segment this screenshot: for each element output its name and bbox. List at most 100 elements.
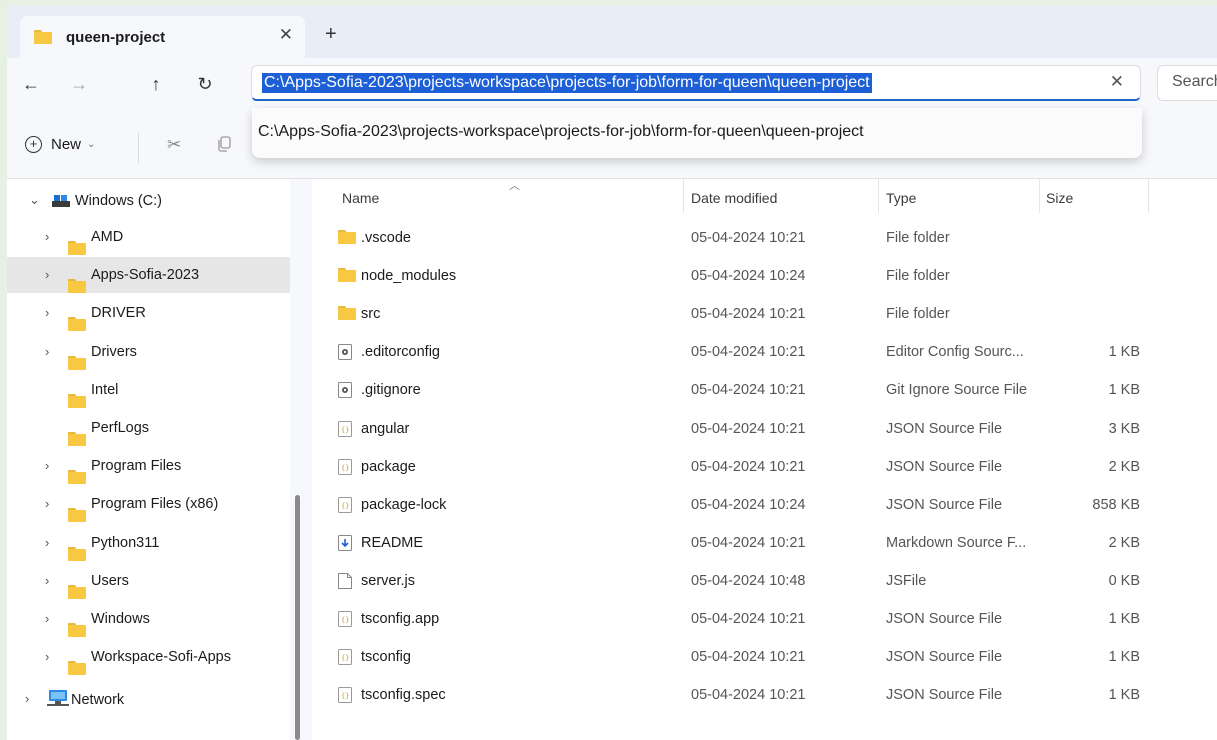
json-file-icon: {} (338, 458, 352, 480)
file-type: JSON Source File (886, 611, 1003, 627)
up-button[interactable]: ↑ (144, 74, 168, 95)
file-date-modified: 05-04-2024 10:21 (691, 230, 806, 246)
sidebar-scrollbar[interactable] (295, 495, 300, 740)
tree-item[interactable]: › Apps-Sofia-2023 (7, 257, 290, 294)
column-header-type[interactable]: Type (886, 179, 1036, 217)
search-box[interactable] (1157, 65, 1217, 101)
column-separator[interactable] (1148, 179, 1149, 213)
folder-icon (34, 30, 52, 44)
column-header-size[interactable]: Size (1046, 179, 1146, 217)
file-name: package-lock (361, 496, 447, 513)
chevron-right-icon[interactable]: › (45, 535, 49, 550)
address-suggestion-item[interactable]: C:\Apps-Sofia-2023\projects-workspace\pr… (258, 123, 864, 141)
tree-item[interactable]: › Program Files (x86) (7, 486, 290, 523)
clear-address-icon[interactable]: ✕ (1110, 72, 1124, 92)
refresh-button[interactable]: ↻ (193, 74, 217, 95)
tree-item[interactable]: › Program Files (7, 448, 290, 485)
chevron-right-icon[interactable]: › (45, 458, 49, 473)
file-row[interactable]: {} package 05-04-2024 10:21 JSON Source Fil… (312, 448, 1217, 486)
tree-item-label: AMD (91, 229, 124, 245)
column-header-name[interactable]: Name ︿ (342, 179, 682, 217)
forward-button[interactable]: → (67, 74, 91, 95)
file-row[interactable]: src 05-04-2024 10:21 File folder (312, 295, 1217, 333)
tree-item[interactable]: Intel (7, 372, 290, 408)
tree-item-label: DRIVER (91, 305, 146, 322)
tree-item-drive-c[interactable]: ⌄ Windows (C:) (7, 183, 290, 219)
file-type: File folder (886, 306, 950, 323)
folder-icon (68, 546, 86, 561)
chevron-right-icon[interactable]: › (45, 344, 49, 359)
tree-item[interactable]: › Python311 (7, 525, 290, 561)
file-row[interactable]: {} tsconfig 05-04-2024 10:21 JSON Source Fi… (312, 638, 1217, 676)
file-row[interactable]: .vscode 05-04-2024 10:21 File folder (312, 219, 1217, 257)
tree-item[interactable]: › DRIVER (7, 295, 290, 332)
chevron-right-icon[interactable]: › (45, 229, 49, 244)
file-row[interactable]: server.js 05-04-2024 10:48 JSFile 0 KB (312, 562, 1217, 600)
file-name: tsconfig (361, 649, 411, 666)
tree-item-network[interactable]: › Network (7, 681, 290, 717)
column-separator[interactable] (683, 179, 684, 213)
file-date-modified: 05-04-2024 10:21 (691, 611, 806, 627)
tree-item[interactable]: › Users (7, 563, 290, 599)
file-type: File folder (886, 230, 950, 246)
column-header-date[interactable]: Date modified (691, 179, 871, 217)
new-tab-button[interactable]: + (325, 23, 337, 46)
file-name: node_modules (361, 268, 457, 285)
tree-item-label: Program Files (91, 458, 182, 475)
tree-item-label: Python311 (91, 534, 160, 551)
folder-icon (68, 432, 86, 446)
folder-icon (68, 279, 86, 294)
back-button[interactable]: ← (19, 74, 43, 95)
chevron-down-icon[interactable]: ⌄ (29, 192, 40, 208)
tree-item-label: Program Files (x86) (91, 496, 219, 513)
file-name: src (361, 306, 381, 323)
pane-splitter[interactable] (290, 179, 312, 740)
file-row[interactable]: .editorconfig 05-04-2024 10:21 Editor Conf… (312, 333, 1217, 371)
column-separator[interactable] (1039, 179, 1040, 213)
chevron-right-icon[interactable]: › (45, 267, 49, 282)
tab-queen-project[interactable]: queen-project ✕ (20, 16, 305, 58)
tree-item-label: Drivers (91, 343, 137, 360)
file-row[interactable]: {} tsconfig.spec 05-04-2024 10:21 JSON Sour… (312, 676, 1217, 714)
file-date-modified: 05-04-2024 10:21 (691, 458, 806, 475)
address-bar[interactable]: C:\Apps-Sofia-2023\projects-workspace\pr… (251, 65, 1141, 101)
svg-text:{}: {} (341, 616, 349, 624)
chevron-right-icon[interactable]: › (45, 573, 49, 588)
chevron-right-icon[interactable]: › (45, 611, 49, 626)
column-header-size-label: Size (1046, 190, 1074, 206)
tree-item[interactable]: › AMD (7, 219, 290, 255)
tree-item[interactable]: PerfLogs (7, 410, 290, 446)
file-row[interactable]: {} angular 05-04-2024 10:21 JSON Source Fil… (312, 410, 1217, 448)
new-button[interactable]: + New ⌄ (25, 136, 95, 153)
file-date-modified: 05-04-2024 10:21 (691, 687, 806, 704)
search-input[interactable] (1172, 73, 1217, 91)
file-row[interactable]: node_modules 05-04-2024 10:24 File folder (312, 257, 1217, 295)
column-header-type-label: Type (886, 190, 917, 206)
file-date-modified: 05-04-2024 10:48 (691, 572, 806, 589)
file-row[interactable]: {} tsconfig.app 05-04-2024 10:21 JSON Sourc… (312, 600, 1217, 638)
copy-icon[interactable] (217, 136, 231, 152)
chevron-down-icon: ⌄ (87, 139, 96, 150)
file-size: 2 KB (1108, 534, 1140, 551)
close-tab-icon[interactable]: ✕ (279, 25, 293, 45)
file-type: JSFile (886, 572, 927, 589)
tree-item[interactable]: › Workspace-Sofi-Apps (7, 639, 290, 676)
chevron-right-icon[interactable]: › (45, 496, 49, 511)
column-header-date-label: Date modified (691, 190, 778, 206)
file-row[interactable]: .gitignore 05-04-2024 10:21 Git Ignore Sou… (312, 371, 1217, 409)
column-separator[interactable] (878, 179, 879, 213)
file-size: 1 KB (1108, 687, 1140, 704)
file-row[interactable]: README 05-04-2024 10:21 Markdown Source F.… (312, 524, 1217, 562)
cut-icon[interactable]: ✂ (167, 135, 181, 155)
address-suggestion-dropdown: C:\Apps-Sofia-2023\projects-workspace\pr… (252, 108, 1142, 158)
blank-file-icon (338, 572, 352, 594)
chevron-right-icon[interactable]: › (25, 691, 29, 706)
svg-text:{}: {} (341, 502, 349, 510)
chevron-right-icon[interactable]: › (45, 649, 49, 664)
tree-item[interactable]: › Drivers (7, 334, 290, 370)
address-path-selected[interactable]: C:\Apps-Sofia-2023\projects-workspace\pr… (262, 73, 872, 93)
chevron-right-icon[interactable]: › (45, 305, 49, 320)
config-file-icon (338, 344, 352, 365)
tree-item[interactable]: › Windows (7, 601, 290, 637)
file-row[interactable]: {} package-lock 05-04-2024 10:24 JSON Sourc… (312, 486, 1217, 524)
